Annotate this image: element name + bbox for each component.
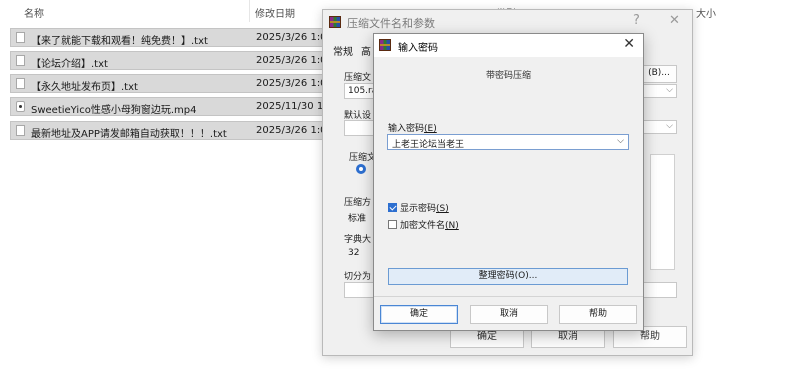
divider: [374, 296, 643, 297]
file-date: 2025/3/26 1:0: [256, 32, 327, 43]
file-row[interactable]: SweetieYico性感小母狗窗边玩.mp4 2025/11/30 1: [10, 97, 364, 116]
winrar-icon: [379, 39, 391, 51]
encrypt-names-label: 加密文件名: [400, 221, 446, 231]
browse-button[interactable]: (B)...: [641, 65, 677, 83]
file-date: 2025/3/26 1:0: [256, 125, 327, 136]
column-header-size[interactable]: 大小: [696, 5, 716, 20]
file-row[interactable]: 【来了就能下载和观看！纯免费！】.txt 2025/3/26 1:0: [10, 28, 364, 47]
update-mode-select[interactable]: ⌵: [643, 84, 677, 98]
password-button-area[interactable]: [643, 282, 677, 298]
close-button[interactable]: ✕: [669, 13, 680, 28]
dialog-subtitle: 带密码压缩: [485, 71, 531, 81]
show-password-label: 显示密码: [400, 204, 437, 214]
checkbox-checked-icon[interactable]: [388, 203, 397, 212]
help-button[interactable]: 帮助: [559, 305, 637, 324]
file-name: 【来了就能下载和观看！纯免费！】.txt: [31, 36, 208, 47]
video-file-icon: [16, 101, 25, 112]
file-row[interactable]: 【论坛介绍】.txt 2025/3/26 1:0: [10, 51, 364, 70]
file-name: SweetieYico性感小母狗窗边玩.mp4: [31, 105, 197, 116]
file-name: 【论坛介绍】.txt: [31, 59, 108, 70]
dialog-title: 压缩文件名和参数: [347, 17, 435, 30]
column-header-name[interactable]: 名称: [24, 5, 44, 20]
password-label-hotkey: (E): [424, 124, 437, 134]
tab-general[interactable]: 常规: [333, 43, 353, 58]
encrypt-names-hotkey: (N): [445, 221, 459, 231]
encrypt-names-checkbox[interactable]: 加密文件名(N): [388, 218, 459, 231]
options-list[interactable]: [650, 154, 675, 270]
split-label: 切分为: [344, 272, 372, 282]
show-password-hotkey: (S): [436, 204, 449, 214]
options-select[interactable]: ⌵: [643, 120, 677, 134]
tab-advanced[interactable]: 高: [361, 43, 371, 58]
dialog-title: 输入密码: [398, 43, 438, 54]
ok-button[interactable]: 确定: [380, 305, 458, 324]
password-value: 上老王论坛当老王: [392, 140, 465, 150]
text-file-icon: [16, 32, 25, 43]
password-input[interactable]: 上老王论坛当老王 ⌵: [387, 134, 629, 150]
file-row[interactable]: 最新地址及APP请发邮箱自动获取！！！.txt 2025/3/26 1:0: [10, 121, 364, 140]
method-label: 压缩方: [344, 198, 372, 208]
chevron-down-icon: ⌵: [666, 85, 673, 95]
column-divider[interactable]: [249, 0, 250, 22]
help-button[interactable]: ?: [633, 13, 640, 28]
file-name: 【永久地址发布页】.txt: [31, 82, 138, 93]
dictionary-label: 字典大: [344, 235, 372, 245]
cancel-button[interactable]: 取消: [470, 305, 548, 324]
dictionary-select[interactable]: 32: [344, 245, 376, 261]
format-radio-rar[interactable]: [356, 164, 366, 174]
text-file-icon: [16, 55, 25, 66]
archive-name-label: 压缩文: [344, 73, 372, 83]
text-file-icon: [16, 78, 25, 89]
organize-passwords-button[interactable]: 整理密码(O)...: [388, 268, 628, 285]
text-file-icon: [16, 125, 25, 136]
sort-ascending-icon[interactable]: ⌃: [128, 0, 136, 7]
show-password-checkbox[interactable]: 显示密码(S): [388, 201, 449, 214]
file-date: 2025/11/30 1: [256, 101, 324, 112]
method-select[interactable]: 标准: [344, 208, 376, 224]
winrar-icon: [329, 16, 341, 28]
chevron-down-icon[interactable]: ⌵: [617, 136, 624, 146]
file-name: 最新地址及APP请发邮箱自动获取！！！.txt: [31, 129, 227, 140]
file-date: 2025/3/26 1:0: [256, 55, 327, 66]
format-group-label: 压缩文: [349, 153, 377, 163]
file-date: 2025/3/26 1:0: [256, 78, 327, 89]
checkbox-unchecked-icon[interactable]: [388, 220, 397, 229]
chevron-down-icon: ⌵: [666, 121, 673, 131]
password-label-text: 输入密码: [388, 124, 425, 134]
close-icon[interactable]: ✕: [623, 36, 635, 52]
file-row[interactable]: 【永久地址发布页】.txt 2025/3/26 1:0: [10, 74, 364, 93]
column-header-date[interactable]: 修改日期: [255, 5, 295, 20]
password-dialog: 输入密码 ✕ 带密码压缩 输入密码(E) 上老王论坛当老王 ⌵ 显示密码(S) …: [373, 33, 644, 331]
password-label: 输入密码(E): [388, 121, 437, 134]
split-select[interactable]: [344, 282, 376, 298]
dialog-titlebar[interactable]: 输入密码 ✕: [374, 34, 643, 57]
